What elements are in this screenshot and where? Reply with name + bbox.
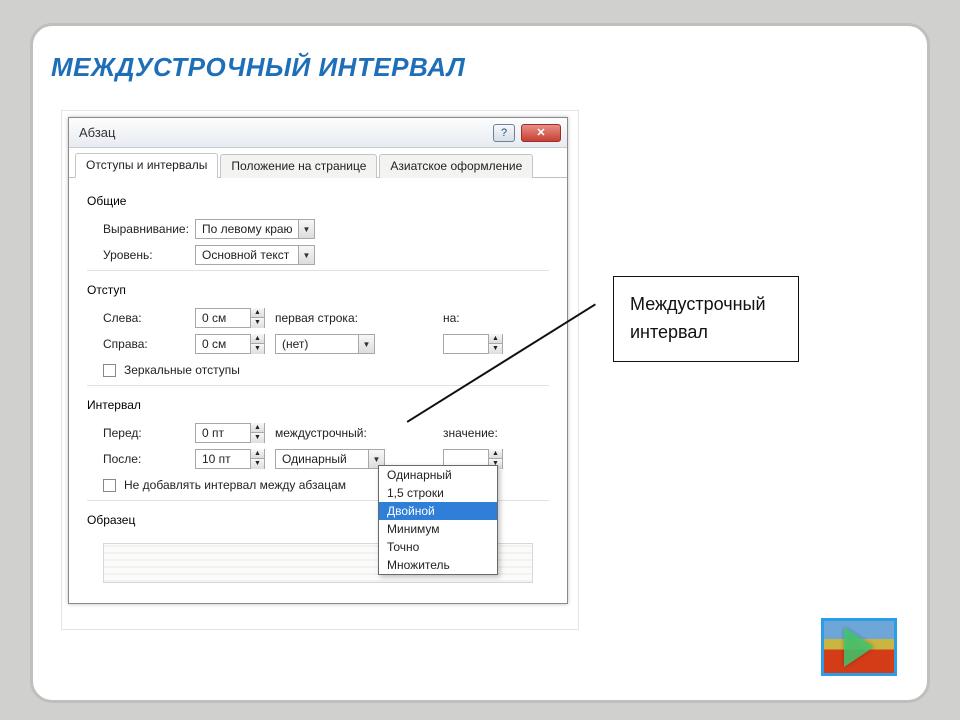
spin-up-icon[interactable]: ▲ [251, 334, 264, 344]
spin-up-icon[interactable]: ▲ [489, 334, 502, 344]
spin-up-icon[interactable]: ▲ [489, 449, 502, 459]
linespacing-dropdown[interactable]: Одинарный1,5 строкиДвойнойМинимумТочноМн… [378, 465, 498, 575]
checkbox-noadd[interactable] [103, 479, 116, 492]
label-right: Справа: [87, 337, 187, 351]
group-spacing: Интервал [87, 392, 549, 418]
linespacing-option[interactable]: Одинарный [379, 466, 497, 484]
spin-up-icon[interactable]: ▲ [251, 308, 264, 318]
spin-down-icon[interactable]: ▼ [251, 433, 264, 443]
help-button[interactable]: ? [493, 124, 515, 142]
spin-up-icon[interactable]: ▲ [251, 423, 264, 433]
group-general: Общие [87, 188, 549, 214]
linespacing-option[interactable]: Точно [379, 538, 497, 556]
label-firstline: первая строка: [275, 311, 358, 325]
chevron-down-icon: ▼ [298, 220, 314, 238]
tab-pagination[interactable]: Положение на странице [220, 154, 377, 178]
linespacing-option[interactable]: 1,5 строки [379, 484, 497, 502]
label-by: на: [443, 311, 460, 325]
spin-right[interactable]: 0 см ▲▼ [195, 334, 265, 354]
linespacing-option[interactable]: Минимум [379, 520, 497, 538]
label-linespacing: междустрочный: [275, 426, 367, 440]
spin-down-icon[interactable]: ▼ [489, 344, 502, 354]
combo-alignment-value: По левому краю [196, 222, 298, 236]
slide-frame: МЕЖДУСТРОЧНЫЙ ИНТЕРВАЛ Абзац ? ✕ Отступы… [30, 23, 930, 703]
spin-down-icon[interactable]: ▼ [251, 344, 264, 354]
slide-title: МЕЖДУСТРОЧНЫЙ ИНТЕРВАЛ [51, 52, 465, 83]
combo-linespacing-value: Одинарный [276, 452, 368, 466]
spin-right-value: 0 см [196, 337, 250, 351]
spin-before[interactable]: 0 пт ▲▼ [195, 423, 265, 443]
spin-down-icon[interactable]: ▼ [251, 459, 264, 469]
next-slide-button[interactable] [821, 618, 897, 676]
combo-linespacing[interactable]: Одинарный ▼ [275, 449, 385, 469]
label-after: После: [87, 452, 187, 466]
spin-left[interactable]: 0 см ▲▼ [195, 308, 265, 328]
linespacing-option[interactable]: Двойной [379, 502, 497, 520]
label-left: Слева: [87, 311, 187, 325]
combo-firstline[interactable]: (нет) ▼ [275, 334, 375, 354]
spin-by[interactable]: ▲▼ [443, 334, 503, 354]
label-level: Уровень: [87, 248, 187, 262]
checkbox-mirror[interactable] [103, 364, 116, 377]
spin-after-value: 10 пт [196, 452, 250, 466]
play-icon [844, 627, 874, 667]
spin-left-value: 0 см [196, 311, 250, 325]
screenshot-region: Абзац ? ✕ Отступы и интервалы Положение … [61, 110, 579, 630]
chevron-down-icon: ▼ [358, 335, 374, 353]
linespacing-option[interactable]: Множитель [379, 556, 497, 574]
close-button[interactable]: ✕ [521, 124, 561, 142]
label-noadd: Не добавлять интервал между абзацам [124, 478, 346, 492]
combo-alignment[interactable]: По левому краю ▼ [195, 219, 315, 239]
combo-level-value: Основной текст [196, 248, 298, 262]
tab-indents[interactable]: Отступы и интервалы [75, 153, 218, 178]
label-alignment: Выравнивание: [87, 222, 187, 236]
spin-after[interactable]: 10 пт ▲▼ [195, 449, 265, 469]
spin-down-icon[interactable]: ▼ [251, 318, 264, 328]
label-mirror: Зеркальные отступы [124, 363, 240, 377]
chevron-down-icon: ▼ [298, 246, 314, 264]
combo-firstline-value: (нет) [276, 337, 358, 351]
dialog-titlebar: Абзац ? ✕ [69, 118, 567, 148]
annotation-box: Междустрочный интервал [613, 276, 799, 362]
tab-strip: Отступы и интервалы Положение на страниц… [69, 148, 567, 178]
group-indent: Отступ [87, 277, 549, 303]
combo-level[interactable]: Основной текст ▼ [195, 245, 315, 265]
dialog-title: Абзац [79, 125, 493, 140]
spin-up-icon[interactable]: ▲ [251, 449, 264, 459]
spin-before-value: 0 пт [196, 426, 250, 440]
label-before: Перед: [87, 426, 187, 440]
label-value: значение: [443, 426, 498, 440]
tab-asian[interactable]: Азиатское оформление [379, 154, 533, 178]
